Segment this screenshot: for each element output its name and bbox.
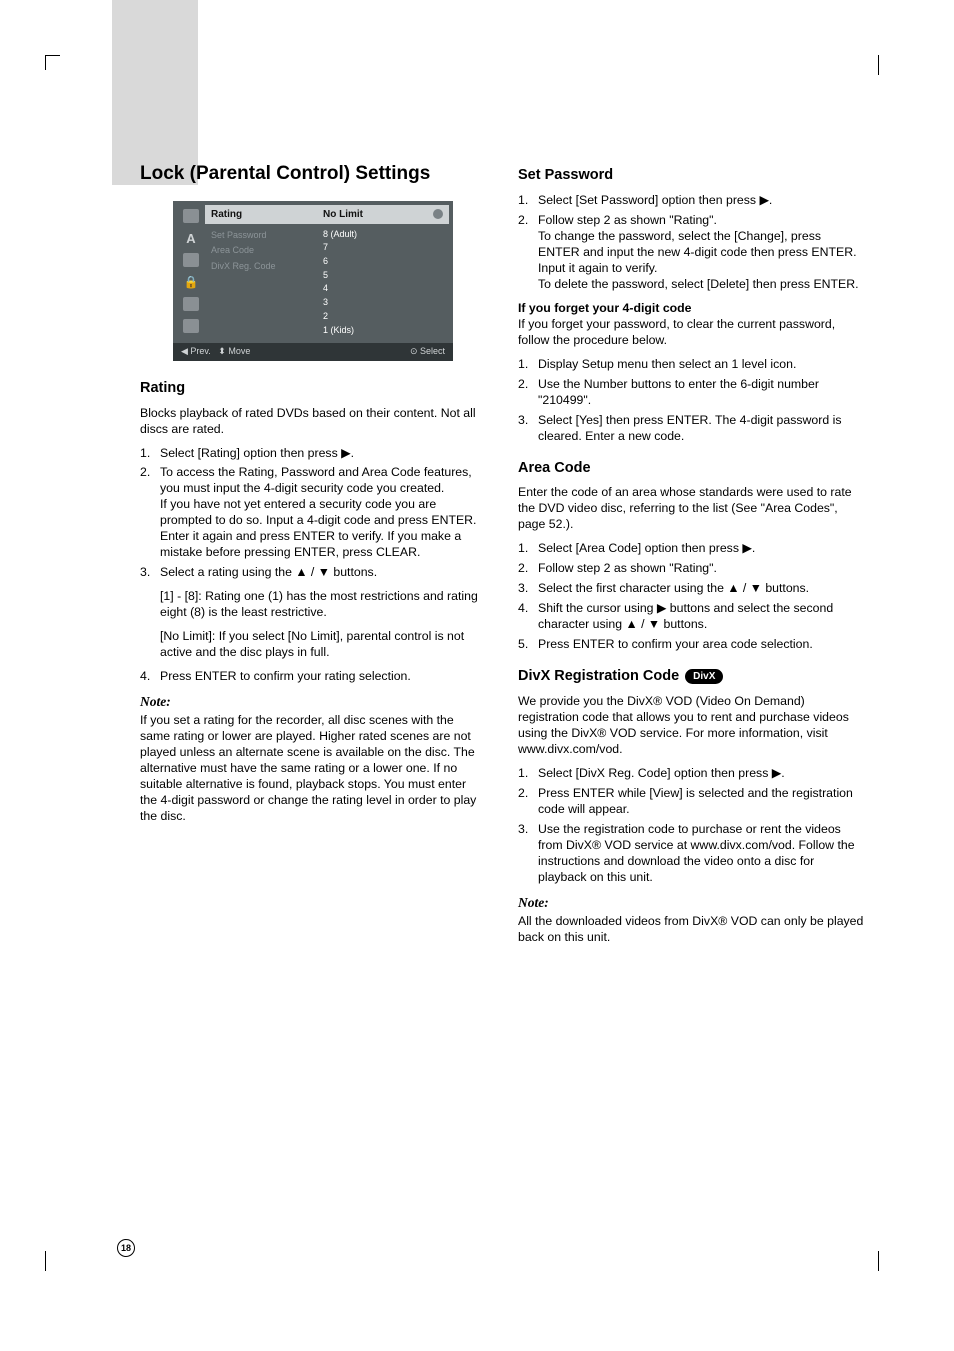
ui-value: 8 (Adult) bbox=[317, 228, 449, 242]
ui-tab-icon bbox=[183, 319, 199, 333]
rating-intro: Blocks playback of rated DVDs based on t… bbox=[140, 406, 486, 438]
page-number: 18 bbox=[117, 1239, 135, 1257]
ui-values-column: No Limit 8 (Adult) 7 6 5 4 3 2 1 (Kids) bbox=[317, 205, 449, 335]
ui-footer: ◀ Prev. ⬍ Move ⊙ Select bbox=[173, 343, 453, 361]
ui-value: 2 bbox=[317, 310, 449, 324]
area-intro: Enter the code of an area whose standard… bbox=[518, 485, 864, 533]
ui-value-header-text: No Limit bbox=[323, 208, 363, 221]
heading-divx-text: DivX Registration Code bbox=[518, 668, 679, 684]
ui-menu-item: Area Code bbox=[205, 243, 317, 259]
heading-divx: DivX Registration Code DivX bbox=[518, 667, 864, 686]
crop-mark bbox=[45, 55, 46, 70]
ui-tab-icon bbox=[183, 297, 199, 311]
crop-mark bbox=[878, 1251, 879, 1271]
ui-tab-icon bbox=[183, 253, 199, 267]
list-item: 4.Press ENTER to confirm your rating sel… bbox=[140, 669, 486, 685]
note-heading: Note: bbox=[140, 693, 486, 711]
ui-icon-column: A 🔒 bbox=[177, 205, 205, 335]
ui-tab-icon: A bbox=[183, 231, 199, 245]
divx-badge-icon: DivX bbox=[685, 669, 723, 684]
rating-nolimit-note: [No Limit]: If you select [No Limit], pa… bbox=[160, 629, 486, 661]
list-item: 1.Select [Set Password] option then pres… bbox=[518, 193, 864, 209]
list-item: 2.Follow step 2 as shown "Rating". bbox=[518, 561, 864, 577]
ui-tab-icon bbox=[183, 209, 199, 223]
header-gray-tab bbox=[112, 0, 198, 185]
ui-footer-select: ⊙ Select bbox=[410, 346, 445, 358]
ui-value-header: No Limit bbox=[317, 205, 449, 224]
divx-steps: 1.Select [DivX Reg. Code] option then pr… bbox=[518, 766, 864, 886]
list-item: 3.Select the first character using the ▲… bbox=[518, 581, 864, 597]
list-item: 2.Follow step 2 as shown "Rating". To ch… bbox=[518, 213, 864, 293]
list-item: 1.Display Setup menu then select an 1 le… bbox=[518, 357, 864, 373]
left-column: Lock (Parental Control) Settings A 🔒 Rat… bbox=[140, 162, 486, 954]
ui-footer-prev: ◀ Prev. bbox=[181, 346, 211, 356]
ui-value: 7 bbox=[317, 241, 449, 255]
rating-steps-cont: 4.Press ENTER to confirm your rating sel… bbox=[140, 669, 486, 685]
list-item: 3.Select a rating using the ▲ / ▼ button… bbox=[140, 565, 486, 581]
settings-ui-screenshot: A 🔒 Rating Set Password Area Code DivX R… bbox=[173, 201, 453, 361]
heading-rating: Rating bbox=[140, 379, 486, 398]
forgot-heading: If you forget your 4-digit code bbox=[518, 301, 864, 317]
ui-footer-move: ⬍ Move bbox=[218, 346, 250, 356]
ui-value: 5 bbox=[317, 269, 449, 283]
list-item: 5.Press ENTER to confirm your area code … bbox=[518, 637, 864, 653]
note-heading: Note: bbox=[518, 894, 864, 912]
ui-menu-item: DivX Reg. Code bbox=[205, 259, 317, 275]
note-body: If you set a rating for the recorder, al… bbox=[140, 713, 486, 825]
forgot-steps: 1.Display Setup menu then select an 1 le… bbox=[518, 357, 864, 445]
ui-menu-column: Rating Set Password Area Code DivX Reg. … bbox=[205, 205, 317, 335]
list-item: 3.Use the registration code to purchase … bbox=[518, 822, 864, 886]
divx-intro: We provide you the DivX® VOD (Video On D… bbox=[518, 694, 864, 758]
ui-menu-header: Rating bbox=[205, 205, 317, 224]
list-item: 2.To access the Rating, Password and Are… bbox=[140, 465, 486, 561]
area-steps: 1.Select [Area Code] option then press ▶… bbox=[518, 541, 864, 653]
crop-mark bbox=[45, 55, 60, 56]
ui-menu-item: Set Password bbox=[205, 228, 317, 244]
heading-area-code: Area Code bbox=[518, 459, 864, 478]
note-body: All the downloaded videos from DivX® VOD… bbox=[518, 914, 864, 946]
list-item: 3.Select [Yes] then press ENTER. The 4-d… bbox=[518, 413, 864, 445]
ui-value: 1 (Kids) bbox=[317, 324, 449, 338]
right-column: Set Password 1.Select [Set Password] opt… bbox=[518, 162, 864, 954]
rating-range-note: [1] - [8]: Rating one (1) has the most r… bbox=[160, 589, 486, 621]
list-item: 1.Select [Area Code] option then press ▶… bbox=[518, 541, 864, 557]
ui-value: 3 bbox=[317, 296, 449, 310]
list-item: 1.Select [Rating] option then press ▶. bbox=[140, 446, 486, 462]
ui-selection-dot-icon bbox=[433, 209, 443, 219]
ui-value: 6 bbox=[317, 255, 449, 269]
rating-steps: 1.Select [Rating] option then press ▶. 2… bbox=[140, 446, 486, 582]
ui-value: 4 bbox=[317, 282, 449, 296]
crop-mark bbox=[45, 1251, 46, 1271]
setpw-steps: 1.Select [Set Password] option then pres… bbox=[518, 193, 864, 293]
list-item: 1.Select [DivX Reg. Code] option then pr… bbox=[518, 766, 864, 782]
forgot-intro: If you forget your password, to clear th… bbox=[518, 317, 864, 349]
crop-mark bbox=[878, 55, 879, 75]
page-content: Lock (Parental Control) Settings A 🔒 Rat… bbox=[140, 162, 864, 954]
list-item: 2.Use the Number buttons to enter the 6-… bbox=[518, 377, 864, 409]
list-item: 4.Shift the cursor using ▶ buttons and s… bbox=[518, 601, 864, 633]
heading-set-password: Set Password bbox=[518, 166, 864, 185]
page-title: Lock (Parental Control) Settings bbox=[140, 162, 486, 187]
ui-tab-lock-icon: 🔒 bbox=[183, 275, 199, 289]
list-item: 2.Press ENTER while [View] is selected a… bbox=[518, 786, 864, 818]
